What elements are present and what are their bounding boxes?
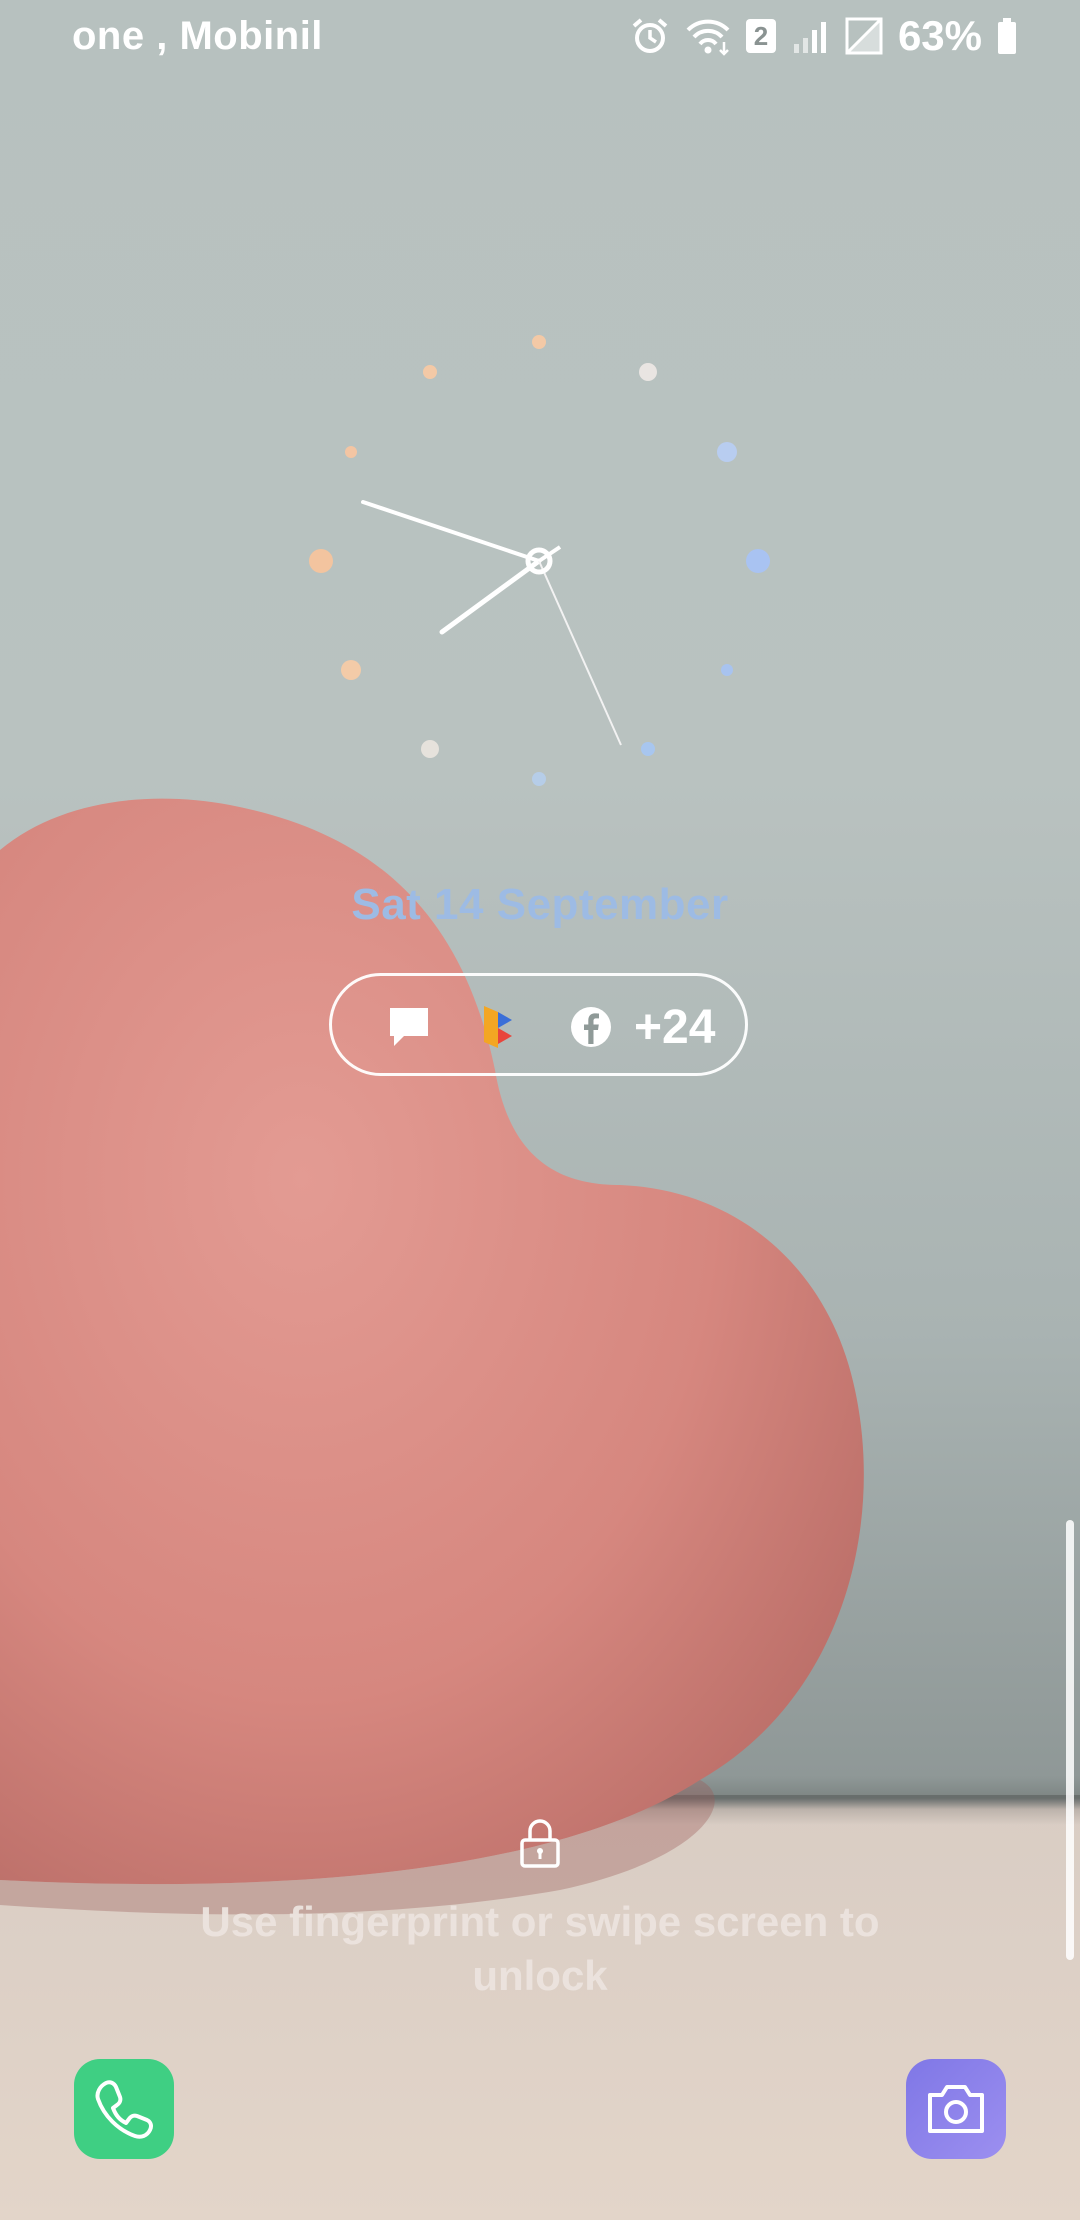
facebook-icon xyxy=(571,1007,611,1047)
notification-icons-pill[interactable]: +24 xyxy=(329,973,748,1076)
clock-hour-hand xyxy=(439,558,542,635)
clock-second-hand xyxy=(538,560,622,746)
lock-icon xyxy=(520,1819,560,1868)
more-notifications-count: +24 xyxy=(634,1001,716,1054)
clock-minute-hand xyxy=(361,500,541,563)
edge-panel-handle[interactable] xyxy=(1066,1520,1074,1960)
phone-shortcut-button[interactable] xyxy=(74,2059,174,2159)
analog-clock xyxy=(309,335,770,786)
flickr-app-icon xyxy=(484,1006,512,1048)
camera-icon xyxy=(928,2085,984,2133)
camera-shortcut-button[interactable] xyxy=(906,2059,1006,2159)
lockscreen-date: Sat 14 September xyxy=(351,880,729,929)
message-icon xyxy=(390,1008,428,1046)
phone-icon xyxy=(95,2080,153,2139)
unlock-hint: Use fingerprint or swipe screen to unloc… xyxy=(200,1898,880,1999)
